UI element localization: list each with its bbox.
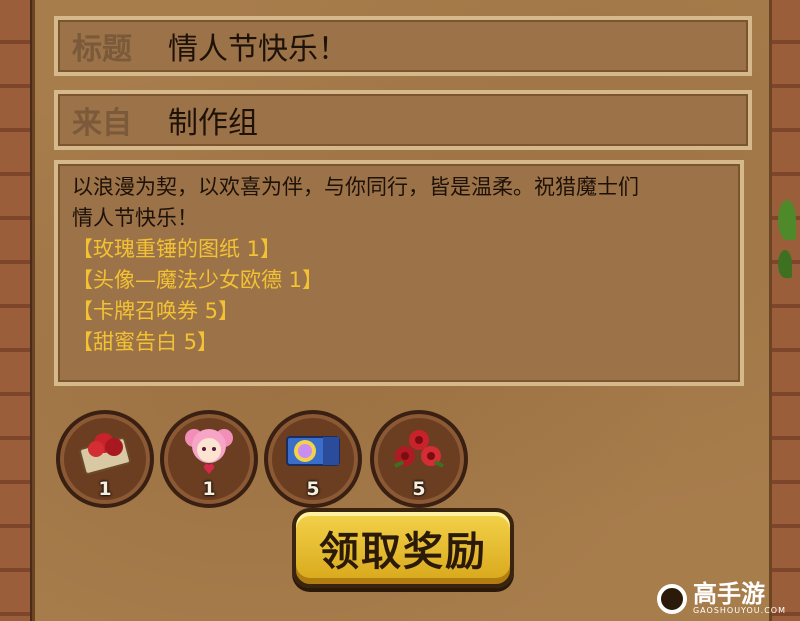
reward-count: 1 [98,478,112,500]
reward-item-text: 【头像—魔法少女欧德 1】 [72,268,324,292]
rose-hammer-blueprint-icon [78,425,132,485]
summon-ticket-icon [283,429,343,481]
from-label: 来自 [72,106,132,141]
mail-title-row: 标题 情人节快乐！ [54,16,752,76]
reward-count: 5 [306,478,320,500]
gaoshouyou-logo-icon [656,583,687,614]
mail-from-row: 来自 制作组 [54,90,752,150]
claim-reward-button[interactable]: 领取奖励 [292,508,514,588]
wood-frame-left [0,0,33,621]
body-line-1: 以浪漫为契，以欢喜为伴，与你同行，皆是温柔。祝猎魔士们 [72,175,639,199]
from-value: 制作组 [168,106,258,141]
reward-count: 1 [202,478,216,500]
reward-item-text: 【甜蜜告白 5】 [72,330,219,354]
roses-icon [391,426,447,484]
watermark-name: 高手游 [692,580,765,608]
mail-body[interactable]: 以浪漫为契，以欢喜为伴，与你同行，皆是温柔。祝猎魔士们 情人节快乐！ 【玫瑰重锤… [54,160,744,386]
reward-slot[interactable]: 1 [160,410,258,508]
title-label: 标题 [72,32,132,67]
leaf-icon [778,250,792,278]
title-value: 情人节快乐！ [168,32,348,67]
watermark-url: GAOSHOUYOU.COM [692,606,786,615]
reward-slot[interactable]: 5 [370,410,468,508]
reward-slot[interactable]: 1 [56,410,154,508]
reward-count: 5 [412,478,426,500]
watermark: 高手游 GAOSHOUYOU.COM [656,580,786,615]
reward-slot[interactable]: 5 [264,410,362,508]
claim-reward-label: 领取奖励 [319,529,487,575]
body-line-2: 情人节快乐！ [72,206,198,230]
reward-item-text: 【卡牌召唤券 5】 [72,299,240,323]
leaf-icon [778,200,796,240]
reward-item-text: 【玫瑰重锤的图纸 1】 [72,237,282,261]
wood-frame-right [769,0,800,621]
